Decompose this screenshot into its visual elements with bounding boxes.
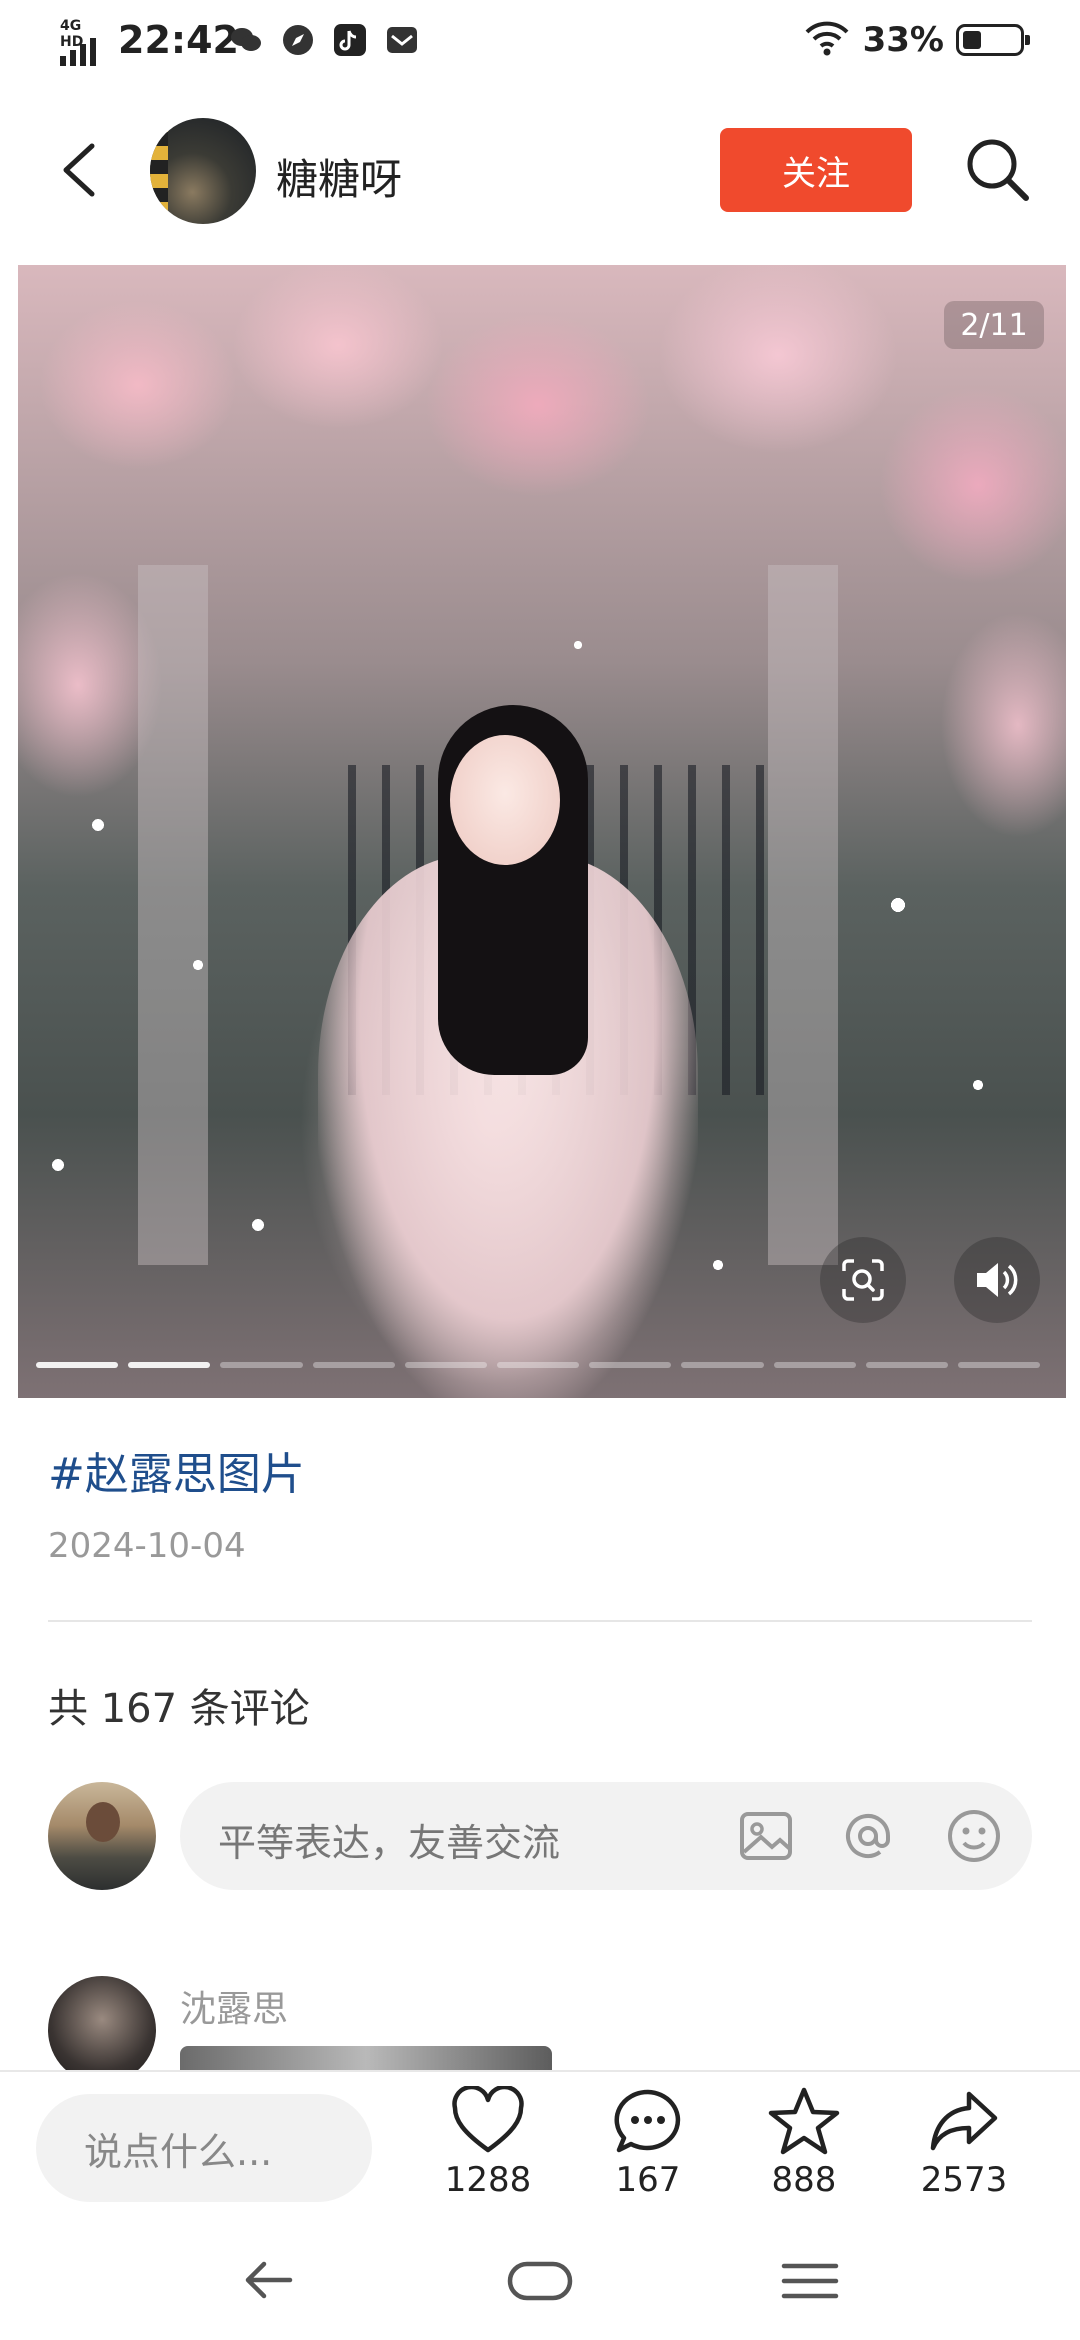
back-button[interactable]: [52, 140, 112, 200]
search-button[interactable]: [962, 134, 1032, 204]
status-bar: 4G HD 22:42 33%: [0, 0, 1080, 86]
wechat-icon: [228, 22, 264, 58]
comment-image[interactable]: [180, 2046, 552, 2072]
speaker-icon: [977, 1263, 1018, 1297]
status-right: 33%: [803, 18, 1030, 62]
compass-icon: [280, 22, 316, 58]
mail-icon: [384, 22, 420, 58]
author-avatar[interactable]: [150, 118, 256, 224]
share-count: 2573: [920, 2160, 1008, 2200]
favorite-count: 888: [771, 2160, 837, 2200]
battery-fill: [963, 31, 981, 49]
clock: 22:42: [118, 18, 239, 62]
progress-segment: [681, 1362, 764, 1368]
progress-segment: [957, 1362, 1041, 1368]
sound-button[interactable]: [954, 1237, 1040, 1323]
post-header: 糖糖呀 关注: [0, 110, 1080, 230]
progress-segment: [589, 1362, 672, 1368]
comment-input-placeholder: 平等表达，友善交流: [218, 1821, 561, 1865]
wifi-icon: [803, 18, 851, 62]
image-icon[interactable]: [734, 1804, 798, 1868]
comment-input[interactable]: 平等表达，友善交流: [180, 1782, 1032, 1890]
signal-icon: [60, 38, 96, 66]
slideshow-progress: [36, 1362, 1041, 1368]
page-indicator: 2/11: [944, 301, 1044, 349]
progress-segment: [404, 1362, 487, 1368]
network-indicator: 4G HD: [58, 18, 108, 66]
photo-petals: [18, 265, 1066, 1398]
comment-author[interactable]: 沈露思: [180, 1980, 288, 2032]
share-button[interactable]: 2573: [904, 2086, 1024, 2216]
comment-count-action: 167: [615, 2160, 681, 2200]
favorite-button[interactable]: 888: [744, 2086, 864, 2216]
battery-percent: 33%: [862, 20, 944, 60]
heart-icon: [452, 2086, 524, 2153]
progress-segment: [496, 1362, 580, 1368]
bottom-action-bar: 说点什么... 1288 167 888 2573: [0, 2070, 1080, 2220]
progress-segment: [220, 1362, 303, 1368]
divider: [48, 1620, 1032, 1622]
chat-bubble-icon: [614, 2089, 681, 2153]
comment-avatar[interactable]: [48, 1976, 156, 2084]
star-icon: [768, 2087, 840, 2155]
progress-segment: [128, 1362, 211, 1368]
comment-count: 共 167 条评论: [48, 1686, 310, 1732]
nav-home-button[interactable]: [500, 2250, 580, 2310]
progress-segment: [773, 1362, 856, 1368]
post-date: 2024-10-04: [48, 1526, 246, 1566]
post-hashtag[interactable]: #赵露思图片: [48, 1438, 305, 1502]
arrow-left-icon: [245, 2261, 293, 2299]
emoji-icon[interactable]: [942, 1804, 1006, 1868]
share-arrow-icon: [930, 2091, 998, 2151]
progress-segment: [865, 1362, 948, 1368]
system-nav-bar: [0, 2220, 1080, 2340]
progress-segment: [312, 1362, 395, 1368]
my-avatar: [48, 1782, 156, 1890]
progress-segment: [36, 1362, 119, 1368]
chevron-left-icon: [63, 143, 95, 197]
say-input[interactable]: 说点什么...: [36, 2094, 372, 2202]
author-name[interactable]: 糖糖呀: [276, 146, 402, 207]
scan-icon: [842, 1259, 884, 1301]
nav-menu-button[interactable]: [770, 2250, 850, 2310]
like-count: 1288: [444, 2160, 532, 2200]
follow-button[interactable]: 关注: [720, 128, 912, 212]
nav-back-button[interactable]: [230, 2250, 310, 2310]
tiktok-icon: [332, 22, 368, 58]
image-search-button[interactable]: [820, 1237, 906, 1323]
at-icon[interactable]: [836, 1804, 900, 1868]
menu-icon: [781, 2263, 839, 2299]
notification-icons: [228, 22, 420, 58]
home-pill-icon: [507, 2261, 573, 2301]
battery-icon: [956, 24, 1030, 56]
comment-button[interactable]: 167: [588, 2086, 708, 2216]
like-button[interactable]: 1288: [428, 2086, 548, 2216]
image-viewer[interactable]: 2/11: [18, 265, 1066, 1398]
search-icon: [967, 139, 1029, 201]
